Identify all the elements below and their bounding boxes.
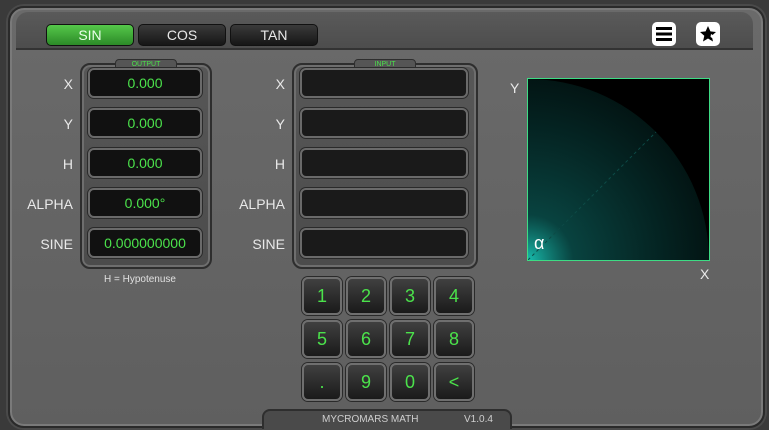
key-decimal[interactable]: . <box>302 363 342 401</box>
app-name: MYCROMARS MATH <box>322 414 419 425</box>
input-sine-field[interactable] <box>300 228 468 258</box>
output-alpha-value: 0.000° <box>88 188 202 218</box>
quarter-circle-graphic <box>527 79 709 261</box>
output-x-value: 0.000 <box>88 68 202 98</box>
output-label-y: Y <box>63 116 73 132</box>
key-7[interactable]: 7 <box>390 320 430 358</box>
unit-circle-plot: α <box>527 78 710 261</box>
hamburger-menu-icon <box>656 27 672 41</box>
key-2[interactable]: 2 <box>346 277 386 315</box>
key-4[interactable]: 4 <box>434 277 474 315</box>
alpha-symbol: α <box>534 233 545 253</box>
star-icon <box>700 26 716 42</box>
footer-bar: MYCROMARS MATH V1.0.4 <box>262 409 512 429</box>
output-label-alpha: ALPHA <box>27 196 73 212</box>
output-h-value: 0.000 <box>88 148 202 178</box>
tab-sin[interactable]: SIN <box>46 24 134 46</box>
key-9[interactable]: 9 <box>346 363 386 401</box>
input-label-x: X <box>275 76 285 92</box>
output-sine-value: 0.000000000 <box>88 228 202 258</box>
plot-x-axis-label: X <box>700 266 710 282</box>
plot-y-axis-label: Y <box>510 80 520 96</box>
input-alpha-field[interactable] <box>300 188 468 218</box>
output-label-sine: SINE <box>40 236 73 252</box>
input-label-sine: SINE <box>252 236 285 252</box>
input-y-field[interactable] <box>300 108 468 138</box>
input-label-y: Y <box>275 116 285 132</box>
input-h-field[interactable] <box>300 148 468 178</box>
key-8[interactable]: 8 <box>434 320 474 358</box>
input-label-alpha: ALPHA <box>239 196 285 212</box>
favorite-button[interactable] <box>696 22 720 46</box>
key-5[interactable]: 5 <box>302 320 342 358</box>
key-0[interactable]: 0 <box>390 363 430 401</box>
key-6[interactable]: 6 <box>346 320 386 358</box>
key-1[interactable]: 1 <box>302 277 342 315</box>
input-label-h: H <box>274 156 285 172</box>
output-label-h: H <box>62 156 73 172</box>
input-x-field[interactable] <box>300 68 468 98</box>
key-backspace[interactable]: < <box>434 363 474 401</box>
output-y-value: 0.000 <box>88 108 202 138</box>
tab-cos[interactable]: COS <box>138 24 226 46</box>
key-3[interactable]: 3 <box>390 277 430 315</box>
output-label-x: X <box>63 76 73 92</box>
menu-button[interactable] <box>652 22 676 46</box>
hypotenuse-note: H = Hypotenuse <box>104 274 176 285</box>
tab-tan[interactable]: TAN <box>230 24 318 46</box>
app-version: V1.0.4 <box>464 414 493 425</box>
